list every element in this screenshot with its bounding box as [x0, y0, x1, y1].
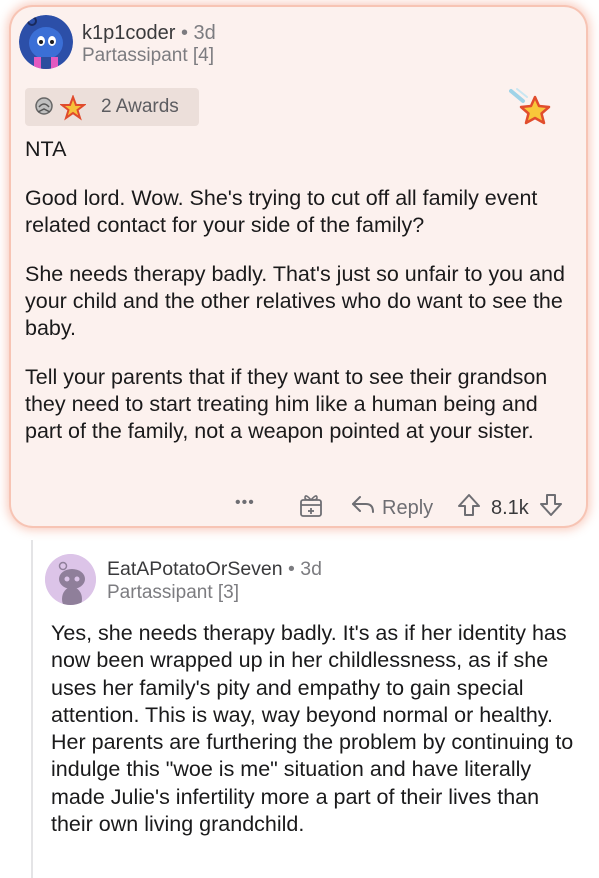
- comment-body: Yes, she needs therapy badly. It's as if…: [51, 620, 581, 838]
- user-flair: Partassipant [3]: [107, 582, 240, 603]
- comment-username[interactable]: EatAPotatoOrSeven • 3d: [107, 558, 322, 581]
- star-award-icon: [59, 94, 87, 126]
- username-text[interactable]: EatAPotatoOrSeven: [107, 558, 283, 580]
- awards-count: 2 Awards: [101, 96, 179, 117]
- comment-paragraph: Tell your parents that if they want to s…: [25, 365, 548, 443]
- comment-actions: ••• Reply 8.1k: [11, 492, 586, 526]
- user-avatar[interactable]: [19, 15, 73, 69]
- user-avatar[interactable]: [45, 554, 96, 605]
- reply-button[interactable]: Reply: [350, 494, 433, 522]
- comment-paragraph: Yes, she needs therapy badly. It's as if…: [51, 621, 574, 837]
- comment-username[interactable]: k1p1coder • 3d: [82, 22, 216, 45]
- gold-star-award-icon[interactable]: [509, 87, 555, 138]
- thread-line[interactable]: [31, 540, 33, 878]
- comment-paragraph: NTA: [25, 137, 67, 161]
- silver-award-icon: [34, 97, 56, 122]
- comment-paragraph: Good lord. Wow. She's trying to cut off …: [25, 186, 538, 237]
- user-flair: Partassipant [4]: [82, 45, 215, 66]
- awards-chip[interactable]: 2 Awards: [25, 88, 199, 126]
- vote-bar: 8.1k: [457, 493, 563, 523]
- upvote-icon[interactable]: [457, 493, 481, 523]
- comment-time: 3d: [193, 22, 216, 44]
- highlighted-comment: k1p1coder • 3d Partassipant [4] 2 Awards…: [11, 7, 586, 526]
- reply-label: Reply: [382, 496, 434, 519]
- comment-time: 3d: [300, 558, 322, 580]
- meta-separator: •: [288, 558, 295, 580]
- downvote-icon[interactable]: [539, 493, 563, 523]
- comment-paragraph: She needs therapy badly. That's just so …: [25, 262, 565, 340]
- username-text[interactable]: k1p1coder: [82, 22, 175, 44]
- give-award-icon[interactable]: [299, 492, 323, 518]
- comment-body: NTA Good lord. Wow. She's trying to cut …: [25, 136, 570, 445]
- more-icon[interactable]: •••: [235, 494, 255, 512]
- reply-icon: [350, 494, 376, 522]
- meta-separator: •: [180, 22, 188, 44]
- vote-score: 8.1k: [491, 496, 529, 519]
